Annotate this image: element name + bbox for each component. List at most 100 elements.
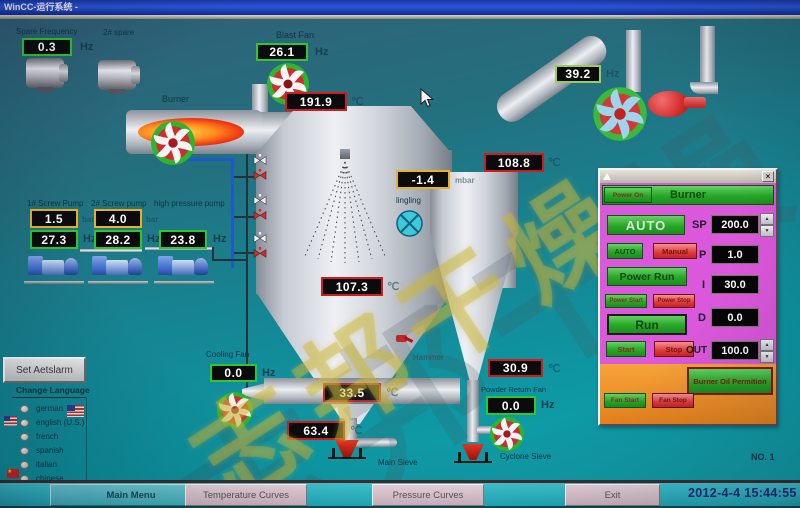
power-start-button[interactable]: Power Start [605,294,647,308]
corner-stack-elbow [690,82,718,94]
p-value-display: 1.0 [711,245,759,264]
cyclone-temp-unit: ℃ [548,362,560,375]
radio-italian[interactable] [20,461,29,469]
unit-number-label: NO. 1 [751,452,775,462]
d-value-display: 0.0 [711,308,759,327]
run-button[interactable]: Run [607,314,687,335]
red-blower-outlet [684,97,706,108]
language-option-german[interactable]: german [36,404,63,413]
corner-stack [700,26,715,86]
manifold-valve-white-2 [252,194,268,206]
pump-to-manifold [212,259,248,261]
burner-temp-unit: ℃ [351,95,363,108]
spare2-label: 2# spare [103,28,134,37]
hp-pump-hz-unit: Hz [213,233,226,245]
power-stop-button[interactable]: Power Stop [653,294,695,308]
powder-return-fan-label: Powder Return Fan [481,385,546,394]
radio-german[interactable] [20,405,29,413]
d-label: D [698,312,706,324]
radio-french[interactable] [20,433,29,441]
fan-start-button[interactable]: Fan Start [604,393,646,408]
power-run-button[interactable]: Power Run [607,267,687,286]
screw-pump-1-icon[interactable] [28,253,80,281]
language-option-spanish[interactable]: spanish [36,446,64,455]
manifold-valve-red-1 [252,169,268,181]
burner-oil-permission-button[interactable]: Burner Oil Permition [687,367,773,395]
hammer-label: Hammer [413,353,444,362]
start-button[interactable]: Start [606,341,646,357]
exit-button[interactable]: Exit [565,484,660,506]
i-value-display: 30.0 [711,275,759,294]
pump2-pressure-unit: bar [146,215,158,224]
set-alarm-button[interactable]: Set Aetslarm [3,357,86,383]
radio-spanish[interactable] [20,447,29,455]
auto-main-button[interactable]: AUTO [607,215,685,235]
chamber-pressure-display: -1.4 [396,170,450,189]
screw-pump-2-icon[interactable] [92,253,144,281]
lingling-valve-icon[interactable] [396,210,423,237]
language-box-right-edge [86,398,87,484]
blast-fan-label: Blast Fan [276,30,314,40]
temperature-curves-button[interactable]: Temperature Curves [185,484,307,506]
spare-frequency-label: Spare Frequency [16,27,77,36]
fan-stop-button[interactable]: Fan Stop [652,393,694,408]
manifold-valve-red-2 [252,209,268,221]
pump1-hz-display: 27.3 [30,230,78,249]
powder-fan-hz-display: 0.0 [486,396,536,415]
out-spinner-up-icon[interactable] [760,339,774,351]
pump-base-1 [24,281,84,284]
spare-frequency-display: 0.3 [22,38,72,56]
high-pressure-pump-icon[interactable] [158,253,210,281]
change-language-label: Change Language [16,385,90,395]
sp-spinner-up-icon[interactable] [760,213,774,225]
id-fan-hz-display: 39.2 [555,65,601,83]
high-pressure-pump-label: high pressure pump [154,199,225,208]
burner-fan-icon[interactable] [150,120,196,166]
chamber-pressure-unit: mbar [455,176,475,185]
hammer-icon[interactable] [396,334,414,348]
blast-fan-unit: Hz [315,46,328,58]
spare-motor-1-icon[interactable] [26,58,64,88]
language-divider [12,397,86,398]
us-flag-small-icon [4,416,17,426]
hmi-screen: WinCC-运行系统 - [0,0,800,508]
tower-temp-display: 107.3 [321,277,383,296]
blast-fan-hz-display: 26.1 [256,43,308,61]
manual-button[interactable]: Manual [653,243,697,259]
sp-label: SP [692,219,707,231]
close-icon[interactable]: × [762,171,774,182]
main-sieve-label: Main Sieve [378,458,418,467]
outlet-temp-display: 33.5 [323,383,381,402]
pressure-curves-button[interactable]: Pressure Curves [372,484,484,506]
screw-pump1-label: 1# Screw Pump [27,199,83,208]
cyclone-inlet-temp-unit: ℃ [548,156,560,169]
powder-return-fan-icon[interactable] [489,416,525,452]
powder-fan-unit: Hz [541,399,554,411]
burner-label: Burner [162,94,189,104]
p-label: P [699,249,706,261]
radio-english[interactable] [20,419,29,427]
cooling-fan-icon[interactable] [216,391,254,429]
window-title-bar: WinCC-运行系统 - [0,0,800,15]
spare-motor-2-icon[interactable] [98,60,136,90]
language-option-english[interactable]: english (U.S.) [36,418,84,427]
cooling-fan-hz-display: 0.0 [210,364,257,382]
cooling-temp-unit: ℃ [350,424,362,437]
auto-small-button[interactable]: AUTO [607,243,643,259]
out-spinner-down-icon[interactable] [760,351,774,363]
burner-panel-titlebar[interactable] [600,170,776,183]
id-fan-icon[interactable] [592,86,648,142]
feed-line-vertical [246,150,248,398]
language-option-italian[interactable]: italian [36,460,57,469]
us-flag-icon [67,405,84,417]
out-value-display: 100.0 [711,341,759,360]
power-on-button[interactable]: Power On [604,187,652,203]
pump2-pressure-display: 4.0 [94,209,142,228]
cooling-temp-display: 63.4 [287,421,345,440]
language-option-french[interactable]: french [36,432,58,441]
sp-spinner-down-icon[interactable] [760,225,774,237]
red-blower-icon[interactable] [648,91,688,117]
pump-pipe-1 [80,249,142,252]
cyclone-inlet-temp-display: 108.8 [484,153,544,172]
id-fan-unit: Hz [606,68,619,80]
